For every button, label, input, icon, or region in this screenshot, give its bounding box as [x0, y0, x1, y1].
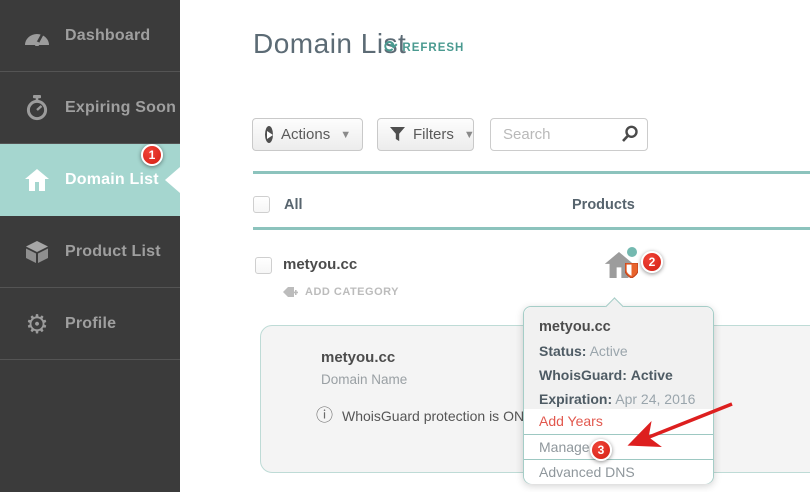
- popup-whoisguard-row: WhoisGuard: Active: [539, 367, 713, 383]
- popup-domain-name: metyou.cc: [539, 319, 611, 335]
- select-all-label: All: [284, 197, 303, 213]
- sidebar-item-label: Domain List: [65, 171, 159, 188]
- domain-popup: metyou.cc Status: Active WhoisGuard: Act…: [523, 297, 714, 484]
- sidebar-item-profile[interactable]: ⚙ Profile: [0, 288, 180, 360]
- sidebar-item-dashboard[interactable]: Dashboard: [0, 0, 180, 72]
- active-item-notch-icon: [165, 167, 180, 193]
- sidebar-item-expiring-soon[interactable]: Expiring Soon: [0, 72, 180, 144]
- refresh-icon: ⟳: [384, 39, 398, 56]
- domain-row-checkbox[interactable]: [255, 257, 272, 274]
- add-category-label: ADD CATEGORY: [305, 286, 399, 298]
- actions-dropdown-button[interactable]: Actions ▼: [252, 118, 363, 151]
- popup-menu: Add Years Manage Advanced DNS: [524, 409, 713, 484]
- products-column-header: Products: [572, 197, 635, 213]
- info-icon: ⓘ: [316, 406, 333, 425]
- refresh-button[interactable]: ⟳ REFRESH: [384, 40, 464, 56]
- box-icon: [22, 240, 52, 264]
- refresh-label: REFRESH: [402, 42, 465, 54]
- whoisguard-value: Active: [630, 367, 673, 383]
- active-status-dot-icon: [627, 247, 637, 257]
- step-badge-1: 1: [141, 144, 163, 166]
- search-box: [490, 118, 648, 151]
- menu-item-manage[interactable]: Manage: [524, 434, 713, 459]
- dashboard-gauge-icon: [22, 26, 52, 46]
- step-badge-2: 2: [641, 251, 663, 273]
- menu-item-advanced-dns[interactable]: Advanced DNS: [524, 459, 713, 484]
- popup-expiration-row: Expiration: Apr 24, 2016: [539, 391, 713, 407]
- search-icon[interactable]: [620, 125, 639, 144]
- chevron-down-icon: ▼: [340, 128, 352, 141]
- funnel-icon: [390, 127, 405, 142]
- expiration-value: Apr 24, 2016: [615, 391, 696, 407]
- domain-list-page: Dashboard Expiring Soon Domain List Prod…: [0, 0, 810, 492]
- table-top-rule: [253, 171, 810, 174]
- play-circle-icon: [265, 126, 273, 143]
- sidebar-item-label: Dashboard: [65, 26, 151, 44]
- step-badge-3: 3: [590, 439, 612, 461]
- gear-icon: ⚙: [25, 308, 49, 339]
- add-category-button[interactable]: ADD CATEGORY: [283, 286, 399, 298]
- filters-label: Filters: [413, 126, 454, 143]
- sidebar-item-product-list[interactable]: Product List: [0, 216, 180, 288]
- search-input[interactable]: [503, 126, 620, 143]
- menu-item-add-years[interactable]: Add Years: [524, 409, 713, 434]
- actions-label: Actions: [281, 126, 331, 143]
- expiration-label: Expiration:: [539, 391, 613, 407]
- whoisguard-shield-icon: [624, 262, 639, 283]
- whoisguard-label: WhoisGuard:: [539, 367, 627, 383]
- filters-dropdown-button[interactable]: Filters ▼: [377, 118, 475, 151]
- status-value: Active: [589, 343, 628, 359]
- sidebar-item-label: Product List: [65, 242, 161, 260]
- sidebar-item-label: Expiring Soon: [65, 98, 177, 116]
- tag-plus-icon: [283, 286, 299, 298]
- table-header-rule: [253, 227, 810, 230]
- select-all-checkbox[interactable]: [253, 196, 270, 213]
- sidebar: Dashboard Expiring Soon Domain List Prod…: [0, 0, 180, 492]
- stopwatch-icon: [22, 94, 52, 121]
- panel-domain-type: Domain Name: [321, 372, 408, 387]
- status-label: Status:: [539, 343, 587, 359]
- chevron-down-icon: ▼: [463, 128, 475, 141]
- domain-name-link[interactable]: metyou.cc: [283, 256, 357, 273]
- whoisguard-status-row: ⓘ WhoisGuard protection is ON: [316, 407, 524, 424]
- whoisguard-status-text: WhoisGuard protection is ON: [342, 407, 525, 424]
- panel-domain-name: metyou.cc: [321, 349, 396, 366]
- sidebar-item-label: Profile: [65, 314, 117, 332]
- popup-info-section: metyou.cc Status: Active WhoisGuard: Act…: [524, 307, 713, 409]
- home-icon: [22, 169, 52, 191]
- popup-status-row: Status: Active: [539, 343, 713, 359]
